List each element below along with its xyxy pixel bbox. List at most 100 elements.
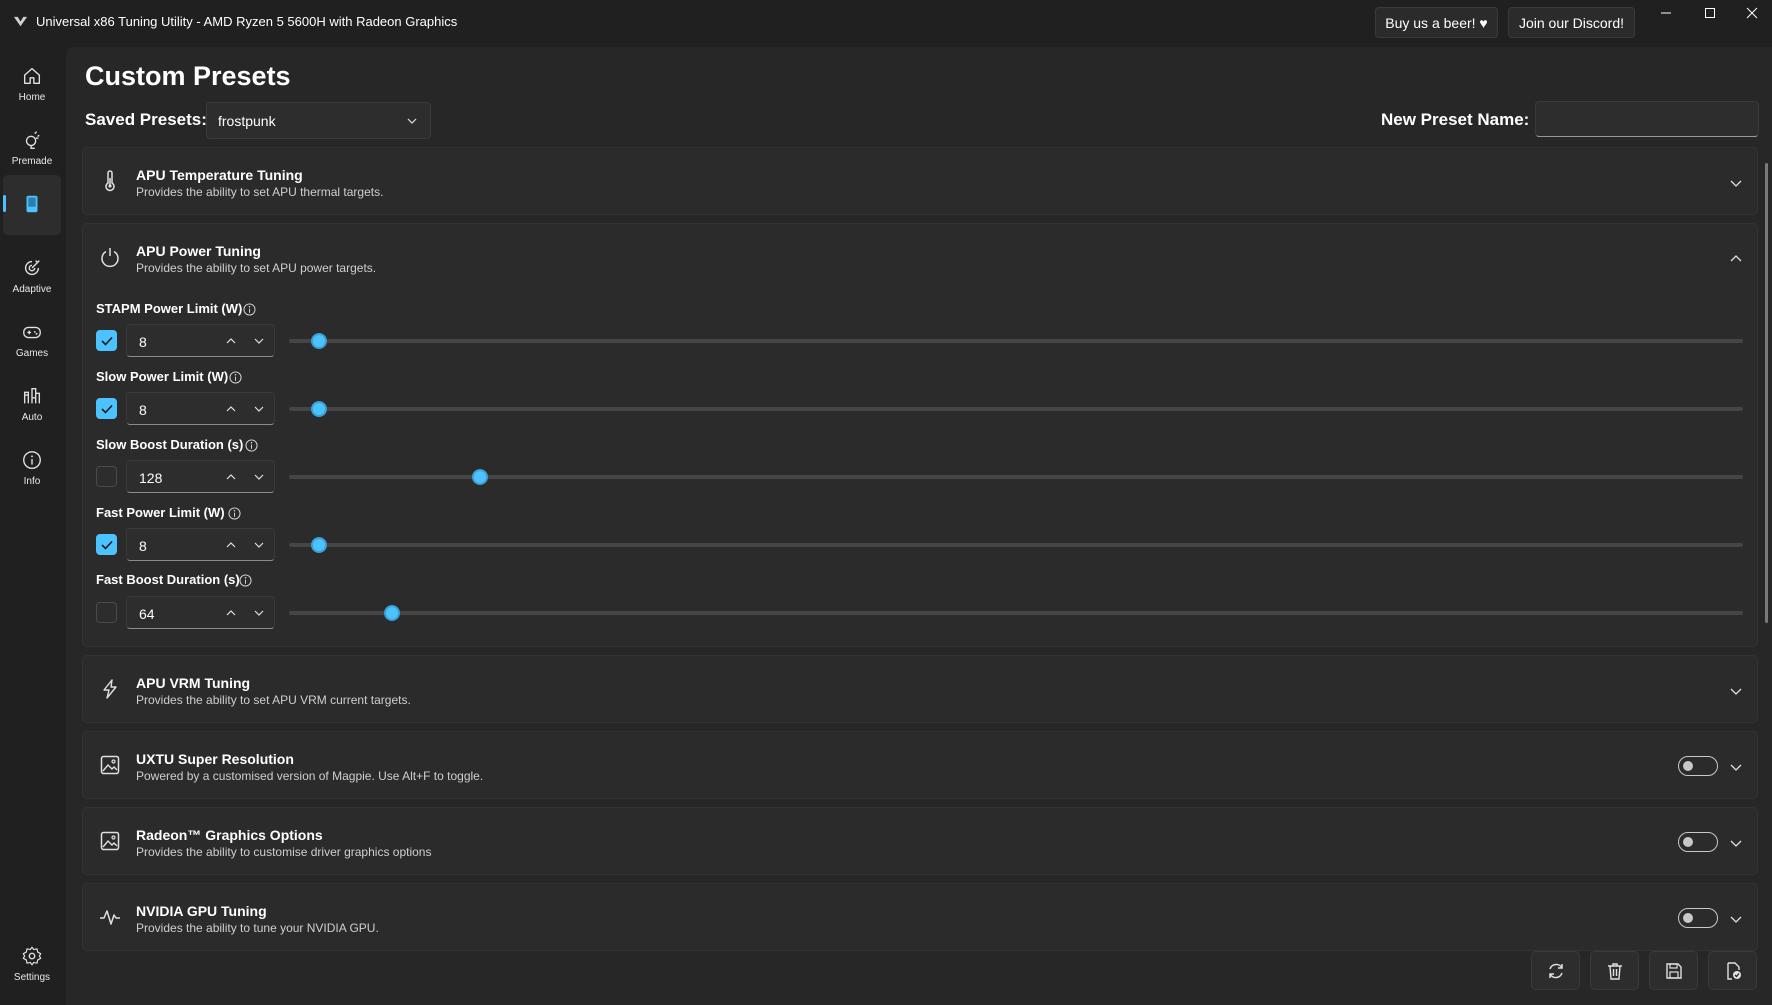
nvidia-gpu-toggle[interactable]	[1678, 908, 1718, 928]
chevron-down-icon	[407, 118, 417, 124]
sidebar-item-custom-presets[interactable]	[3, 175, 61, 235]
active-indicator	[3, 195, 6, 212]
slider-thumb[interactable]	[311, 401, 327, 417]
sidebar-item-label: Premade	[11, 156, 53, 167]
new-preset-name-input[interactable]	[1535, 101, 1759, 137]
chevron-up-icon[interactable]	[225, 403, 237, 415]
save-preset-button[interactable]	[1649, 951, 1698, 990]
card-apu-temperature[interactable]: APU Temperature Tuning Provides the abil…	[82, 147, 1758, 215]
card-title: APU Temperature Tuning	[136, 167, 303, 183]
card-header[interactable]: UXTU Super Resolution Powered by a custo…	[83, 732, 1757, 800]
close-button[interactable]	[1730, 0, 1772, 25]
card-nvidia-gpu[interactable]: NVIDIA GPU Tuning Provides the ability t…	[82, 883, 1758, 951]
param-slider[interactable]	[289, 401, 1743, 417]
param-number-box[interactable]: 8	[126, 324, 275, 357]
sidebar-item-settings[interactable]: Settings	[3, 933, 61, 993]
radeon-graphics-toggle[interactable]	[1678, 832, 1718, 852]
info-icon[interactable]	[239, 574, 252, 587]
card-header[interactable]: Radeon™ Graphics Options Provides the ab…	[83, 808, 1757, 876]
param-number-box[interactable]: 128	[126, 460, 275, 493]
info-icon[interactable]	[243, 303, 256, 316]
super-resolution-toggle[interactable]	[1678, 756, 1718, 776]
custom-presets-icon	[26, 195, 38, 213]
slider-thumb[interactable]	[384, 605, 400, 621]
sidebar-item-label: Info	[23, 476, 41, 487]
sidebar-item-premade[interactable]: Premade	[3, 117, 61, 177]
param-value: 8	[139, 538, 147, 554]
chevron-down-icon[interactable]	[1729, 836, 1743, 850]
card-super-resolution[interactable]: UXTU Super Resolution Powered by a custo…	[82, 731, 1758, 799]
slider-thumb[interactable]	[472, 469, 488, 485]
main-panel: Custom Presets Saved Presets: frostpunk …	[66, 47, 1772, 1005]
sidebar-item-home[interactable]: Home	[3, 53, 61, 113]
card-title: Radeon™ Graphics Options	[136, 827, 323, 843]
saved-presets-dropdown[interactable]: frostpunk	[206, 102, 431, 139]
chevron-down-icon[interactable]	[253, 403, 265, 415]
param-slider[interactable]	[289, 469, 1743, 485]
sidebar-item-label: Home	[18, 92, 46, 103]
toggle-knob	[1683, 837, 1693, 847]
power-icon	[101, 248, 119, 268]
chevron-up-icon[interactable]	[1729, 252, 1743, 266]
card-title: UXTU Super Resolution	[136, 751, 294, 767]
sidebar: Home Premade Adaptive Games Auto Info Se…	[0, 45, 66, 1005]
card-title: NVIDIA GPU Tuning	[136, 903, 267, 919]
chevron-up-icon[interactable]	[225, 335, 237, 347]
settings-scroll-area[interactable]: APU Temperature Tuning Provides the abil…	[66, 147, 1772, 987]
gear-icon	[22, 946, 42, 966]
minimize-icon	[1661, 12, 1671, 13]
param-label: Fast Power Limit (W)	[96, 505, 225, 520]
card-header[interactable]: APU Temperature Tuning Provides the abil…	[83, 148, 1757, 216]
card-radeon-graphics[interactable]: Radeon™ Graphics Options Provides the ab…	[82, 807, 1758, 875]
delete-icon	[1607, 962, 1622, 980]
card-header[interactable]: NVIDIA GPU Tuning Provides the ability t…	[83, 884, 1757, 952]
gamepad-icon	[23, 326, 41, 339]
param-enable-checkbox[interactable]	[96, 330, 117, 351]
param-label: Slow Power Limit (W)	[96, 369, 229, 384]
chevron-down-icon[interactable]	[1729, 684, 1743, 698]
reload-preset-button[interactable]	[1531, 951, 1580, 990]
chevron-down-icon[interactable]	[253, 539, 265, 551]
param-enable-checkbox[interactable]	[96, 398, 117, 419]
param-enable-checkbox[interactable]	[96, 534, 117, 555]
slider-thumb[interactable]	[311, 333, 327, 349]
param-slider[interactable]	[289, 537, 1743, 553]
param-number-box[interactable]: 8	[126, 528, 275, 561]
param-slider[interactable]	[289, 605, 1743, 621]
vertical-scrollbar[interactable]	[1765, 163, 1768, 623]
minimize-button[interactable]	[1644, 0, 1688, 25]
apply-preset-button[interactable]	[1708, 951, 1757, 990]
chevron-down-icon[interactable]	[253, 335, 265, 347]
sidebar-item-auto[interactable]: Auto	[3, 373, 61, 433]
chevron-down-icon[interactable]	[1729, 760, 1743, 774]
chevron-up-icon[interactable]	[225, 539, 237, 551]
thermometer-icon	[105, 170, 115, 192]
chevron-down-icon[interactable]	[1729, 176, 1743, 190]
adaptive-icon	[24, 260, 40, 276]
card-header[interactable]: APU Power Tuning Provides the ability to…	[83, 224, 1757, 292]
delete-preset-button[interactable]	[1590, 951, 1639, 990]
info-icon[interactable]	[229, 371, 242, 384]
buy-beer-button[interactable]: Buy us a beer! ♥	[1375, 7, 1498, 38]
param-enable-checkbox[interactable]	[96, 466, 117, 487]
param-slider[interactable]	[289, 333, 1743, 349]
param-enable-checkbox[interactable]	[96, 602, 117, 623]
maximize-button[interactable]	[1688, 0, 1732, 25]
param-label: STAPM Power Limit (W)	[96, 301, 243, 316]
sidebar-item-adaptive[interactable]: Adaptive	[3, 245, 61, 305]
param-number-box[interactable]: 64	[126, 596, 275, 629]
slider-thumb[interactable]	[311, 537, 327, 553]
card-header[interactable]: APU VRM Tuning Provides the ability to s…	[83, 656, 1757, 724]
chevron-down-icon[interactable]	[253, 607, 265, 619]
join-discord-button[interactable]: Join our Discord!	[1508, 7, 1635, 38]
chevron-up-icon[interactable]	[225, 607, 237, 619]
info-icon[interactable]	[228, 507, 241, 520]
sidebar-item-info[interactable]: Info	[3, 437, 61, 497]
card-apu-vrm[interactable]: APU VRM Tuning Provides the ability to s…	[82, 655, 1758, 723]
chevron-down-icon[interactable]	[253, 471, 265, 483]
param-number-box[interactable]: 8	[126, 392, 275, 425]
chevron-down-icon[interactable]	[1729, 912, 1743, 926]
info-icon[interactable]	[245, 439, 258, 452]
chevron-up-icon[interactable]	[225, 471, 237, 483]
sidebar-item-games[interactable]: Games	[3, 309, 61, 369]
